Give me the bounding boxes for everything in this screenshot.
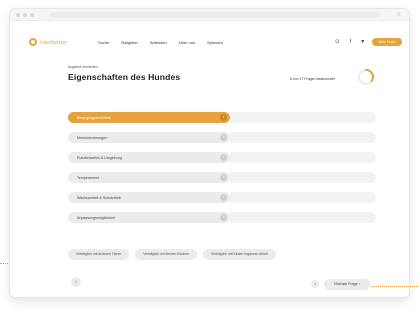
category-label: Temperament: [77, 175, 99, 180]
chip-andere-tiere[interactable]: Verträglich mit anderen Tieren: [68, 249, 130, 260]
menu-item-ratgeber[interactable]: Ratgeber: [121, 40, 137, 45]
category-bewegung[interactable]: Bewegungsbedürfnis i: [68, 112, 230, 123]
category-track: [230, 212, 376, 223]
category-platzbedarf[interactable]: Platzbedarfnis & Umgebung i: [68, 152, 230, 163]
progress-text: 6 von 17 Fragen beantwortet: [290, 77, 335, 81]
decorative-dotted-line-right: [372, 286, 419, 287]
category-info-icon[interactable]: i: [220, 134, 227, 141]
category-list: Bewegungsbedürfnis i Menschenbezogen i P…: [68, 112, 230, 232]
category-info-icon[interactable]: i: [220, 174, 227, 181]
chevron-right-icon: ›: [358, 282, 360, 286]
chevron-left-icon: ‹: [75, 279, 77, 285]
category-track: [230, 132, 376, 143]
category-temperament[interactable]: Temperament i: [68, 172, 230, 183]
facebook-icon[interactable]: f: [350, 39, 352, 45]
top-navigation: vierbeiner Suche Ratgeber Adressen Über …: [10, 37, 409, 51]
chip-kleine-kinder[interactable]: Verträglich mit kleinen Kindern: [135, 249, 198, 260]
stage: ≡ vierbeiner Suche Ratgeber Adressen Übe…: [0, 0, 419, 324]
category-anpassung[interactable]: Anpassungsmöglichkeit i: [68, 212, 230, 223]
brand-name: vierbeiner: [40, 38, 68, 46]
category-label: Platzbedarfnis & Umgebung: [77, 155, 122, 160]
nav-icons: ⊙ f ♥: [335, 39, 364, 45]
next-question-button[interactable]: Nächste Frage ›: [324, 279, 370, 290]
category-wachsamkeit[interactable]: Wachsamkeit & Schutztrieb i: [68, 192, 230, 203]
page-title: Eigenschaften des Hundes: [68, 72, 181, 82]
category-info-icon[interactable]: i: [220, 154, 227, 161]
category-info-icon[interactable]: i: [220, 114, 227, 121]
menu-item-spenden[interactable]: Spenden: [207, 40, 223, 45]
menu-item-adressen[interactable]: Adressen: [150, 40, 167, 45]
category-label: Wachsamkeit & Schutztrieb: [77, 195, 121, 200]
window-controls: [16, 13, 34, 17]
category-menschenbezogen[interactable]: Menschenbezogen i: [68, 132, 230, 143]
category-track: [230, 192, 376, 203]
chip-kinder-arbeit[interactable]: Verträglich mit Kinder ergänzen Arbeit: [203, 249, 276, 260]
browser-menu-icon[interactable]: ≡: [397, 12, 403, 18]
logo[interactable]: vierbeiner: [29, 38, 67, 46]
category-label: Anpassungsmöglichkeit: [77, 215, 115, 220]
category-label: Menschenbezogen: [77, 135, 108, 140]
category-label: Bewegungsbedürfnis: [77, 115, 111, 120]
category-track: [230, 112, 376, 123]
category-info-icon[interactable]: i: [220, 214, 227, 221]
category-track: [230, 172, 376, 183]
menu-item-ueber-uns[interactable]: Über uns: [179, 40, 195, 45]
menu-item-suche[interactable]: Suche: [98, 40, 109, 45]
category-track: [230, 152, 376, 163]
back-button[interactable]: ‹: [71, 277, 81, 287]
logo-ring-icon: [29, 38, 37, 46]
account-button[interactable]: Mein Konto: [372, 38, 402, 46]
main-menu: Suche Ratgeber Adressen Über uns Spenden: [98, 40, 223, 45]
close-icon: ×: [313, 281, 317, 286]
skip-button[interactable]: ×: [311, 280, 319, 288]
twitter-icon[interactable]: ♥: [361, 39, 364, 45]
compatibility-chips: Verträglich mit anderen Tieren Verträgli…: [68, 249, 276, 260]
search-icon[interactable]: ⊙: [335, 39, 340, 45]
breadcrumb[interactable]: Angebot einstellen: [68, 65, 98, 69]
address-bar[interactable]: [50, 12, 380, 18]
browser-chrome: ≡: [10, 9, 409, 21]
category-info-icon[interactable]: i: [220, 194, 227, 201]
progress-ring: [358, 69, 374, 85]
next-question-label: Nächste Frage: [334, 282, 358, 286]
